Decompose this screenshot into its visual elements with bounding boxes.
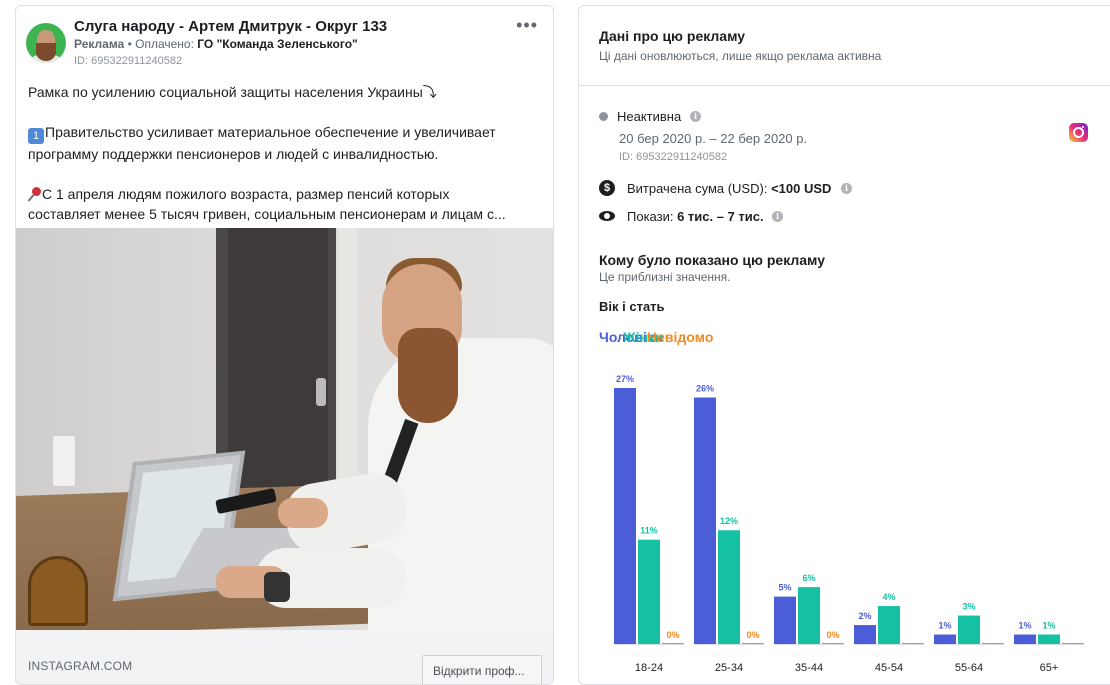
chart-data-label: 1% xyxy=(1018,621,1031,631)
chart-bar xyxy=(822,643,844,644)
legend-unknown[interactable]: Невідомо xyxy=(647,329,713,345)
ad-text-line: 1 Правительство усиливает материальное об… xyxy=(28,122,543,144)
more-dots-icon[interactable]: ••• xyxy=(516,16,538,34)
chart-tick-label: 25-34 xyxy=(715,662,743,674)
ad-text-line-content: С 1 апреля людям пожилого возраста, разм… xyxy=(42,186,450,202)
paid-by-prefix: Оплачено: xyxy=(135,37,194,51)
spent-label: Витрачена сума (USD): xyxy=(627,181,768,196)
status-label: Неактивна xyxy=(617,109,682,124)
chart-bar xyxy=(694,397,716,644)
age-gender-title: Вік і стать xyxy=(599,299,665,314)
ad-text-line: С 1 апреля людям пожилого возраста, разм… xyxy=(28,184,543,204)
chart-data-label: 0% xyxy=(666,630,679,640)
link-domain: INSTAGRAM.COM xyxy=(28,659,133,673)
ad-text-line-content: Правительство усиливает материальное обе… xyxy=(45,124,496,140)
chart-bar xyxy=(662,643,684,644)
chart-data-label: 5% xyxy=(778,583,791,593)
chart-bar xyxy=(1038,634,1060,644)
eye-icon xyxy=(599,211,615,221)
chart-data-label: 12% xyxy=(720,516,738,526)
chart-bar xyxy=(1062,643,1084,644)
page-name-link[interactable]: Слуга народу - Артем Дмитрук - Округ 133 xyxy=(74,18,387,35)
status-dot-icon xyxy=(599,112,608,121)
chart-bar xyxy=(982,643,1004,644)
chart-bar xyxy=(1014,634,1036,644)
impressions-value: 6 тис. – 7 тис. xyxy=(677,209,764,224)
info-icon[interactable]: i xyxy=(841,183,852,194)
audience-title: Кому було показано цю рекламу xyxy=(599,252,826,268)
amount-spent: Витрачена сума (USD): <100 USD xyxy=(627,181,831,196)
chart-bar xyxy=(718,530,740,644)
chart-data-label: 4% xyxy=(882,592,895,602)
chart-data-label: 2% xyxy=(858,611,871,621)
chart-bar xyxy=(934,634,956,644)
chart-data-label: 3% xyxy=(962,602,975,612)
chart-bar xyxy=(902,643,924,644)
chart-data-label: 0% xyxy=(746,630,759,640)
chart-tick-label: 35-44 xyxy=(795,662,823,674)
pushpin-icon xyxy=(28,187,42,201)
page-avatar[interactable] xyxy=(26,23,66,63)
impressions-label: Покази: xyxy=(627,209,674,224)
ad-body-text: Рамка по усилению социальной защиты насе… xyxy=(28,82,543,224)
chart-bar xyxy=(878,606,900,644)
divider xyxy=(579,85,1110,86)
chart-bar xyxy=(614,388,636,644)
chart-bar xyxy=(854,625,876,644)
panel-title: Дані про цю рекламу xyxy=(599,28,746,44)
chart-bar xyxy=(958,615,980,644)
ad-id: ID: 695322911240582 xyxy=(74,55,183,67)
ad-id: ID: 695322911240582 xyxy=(619,151,728,163)
instagram-icon xyxy=(1069,123,1088,142)
chart-tick-label: 65+ xyxy=(1040,662,1059,674)
ad-text-line: составляет менее 5 тысяч гривен, социаль… xyxy=(28,206,506,222)
info-icon[interactable]: i xyxy=(690,111,701,122)
ad-header: Слуга народу - Артем Дмитрук - Округ 133… xyxy=(16,6,553,76)
ad-details-panel: Дані про цю рекламу Ці дані оновлюються,… xyxy=(578,5,1110,685)
audience-subtitle: Це приблизні значення. xyxy=(599,270,731,284)
ad-footer: INSTAGRAM.COM Відкрити проф... xyxy=(16,630,553,684)
age-gender-chart-svg: 27% 11% 0% 18-24 26% 12% 0% 25-34 5% 6% 0% 35-44 2% 4… xyxy=(614,374,1084,674)
chart-tick-label: 55-64 xyxy=(955,662,983,674)
chart-data-label: 6% xyxy=(802,573,815,583)
chart-data-label: 0% xyxy=(826,630,839,640)
ad-text-line: Рамка по усилению социальной защиты насе… xyxy=(28,84,437,100)
meta-separator: • xyxy=(127,37,136,51)
age-gender-chart: 27% 11% 0% 18-24 26% 12% 0% 25-34 5% 6% 0% 35-44 2% 4… xyxy=(579,361,1110,684)
chart-data-label: 27% xyxy=(616,374,634,384)
chart-bar xyxy=(638,539,660,644)
chart-bar xyxy=(742,643,764,644)
ad-text-line: программу поддержки пенсионеров и людей … xyxy=(28,146,439,162)
dollar-icon: $ xyxy=(599,180,615,196)
spent-value: <100 USD xyxy=(771,181,832,196)
run-dates: 20 бер 2020 р. – 22 бер 2020 р. xyxy=(619,131,808,146)
open-profile-button[interactable]: Відкрити проф... xyxy=(422,655,542,684)
chart-data-label: 11% xyxy=(640,526,658,536)
chart-tick-label: 45-54 xyxy=(875,662,903,674)
chart-bar xyxy=(798,587,820,644)
chart-tick-label: 18-24 xyxy=(635,662,663,674)
ad-meta-line: Реклама • Оплачено: ГО "Команда Зеленськ… xyxy=(74,37,358,51)
panel-subtitle: Ці дані оновлюються, лише якщо реклама а… xyxy=(599,49,882,63)
avatar-beard xyxy=(36,43,56,61)
keycap-one-icon: 1 xyxy=(28,128,44,144)
ad-image[interactable] xyxy=(16,228,553,630)
impressions: Покази: 6 тис. – 7 тис. xyxy=(627,209,764,224)
chart-data-label: 26% xyxy=(696,383,714,393)
chart-data-label: 1% xyxy=(1042,621,1055,631)
paid-by-name: ГО "Команда Зеленського" xyxy=(197,37,358,51)
info-icon[interactable]: i xyxy=(772,211,783,222)
chart-bar xyxy=(774,596,796,644)
sponsored-label: Реклама xyxy=(74,37,125,51)
chart-data-label: 1% xyxy=(938,621,951,631)
ad-preview-card: Слуга народу - Артем Дмитрук - Округ 133… xyxy=(15,5,554,685)
